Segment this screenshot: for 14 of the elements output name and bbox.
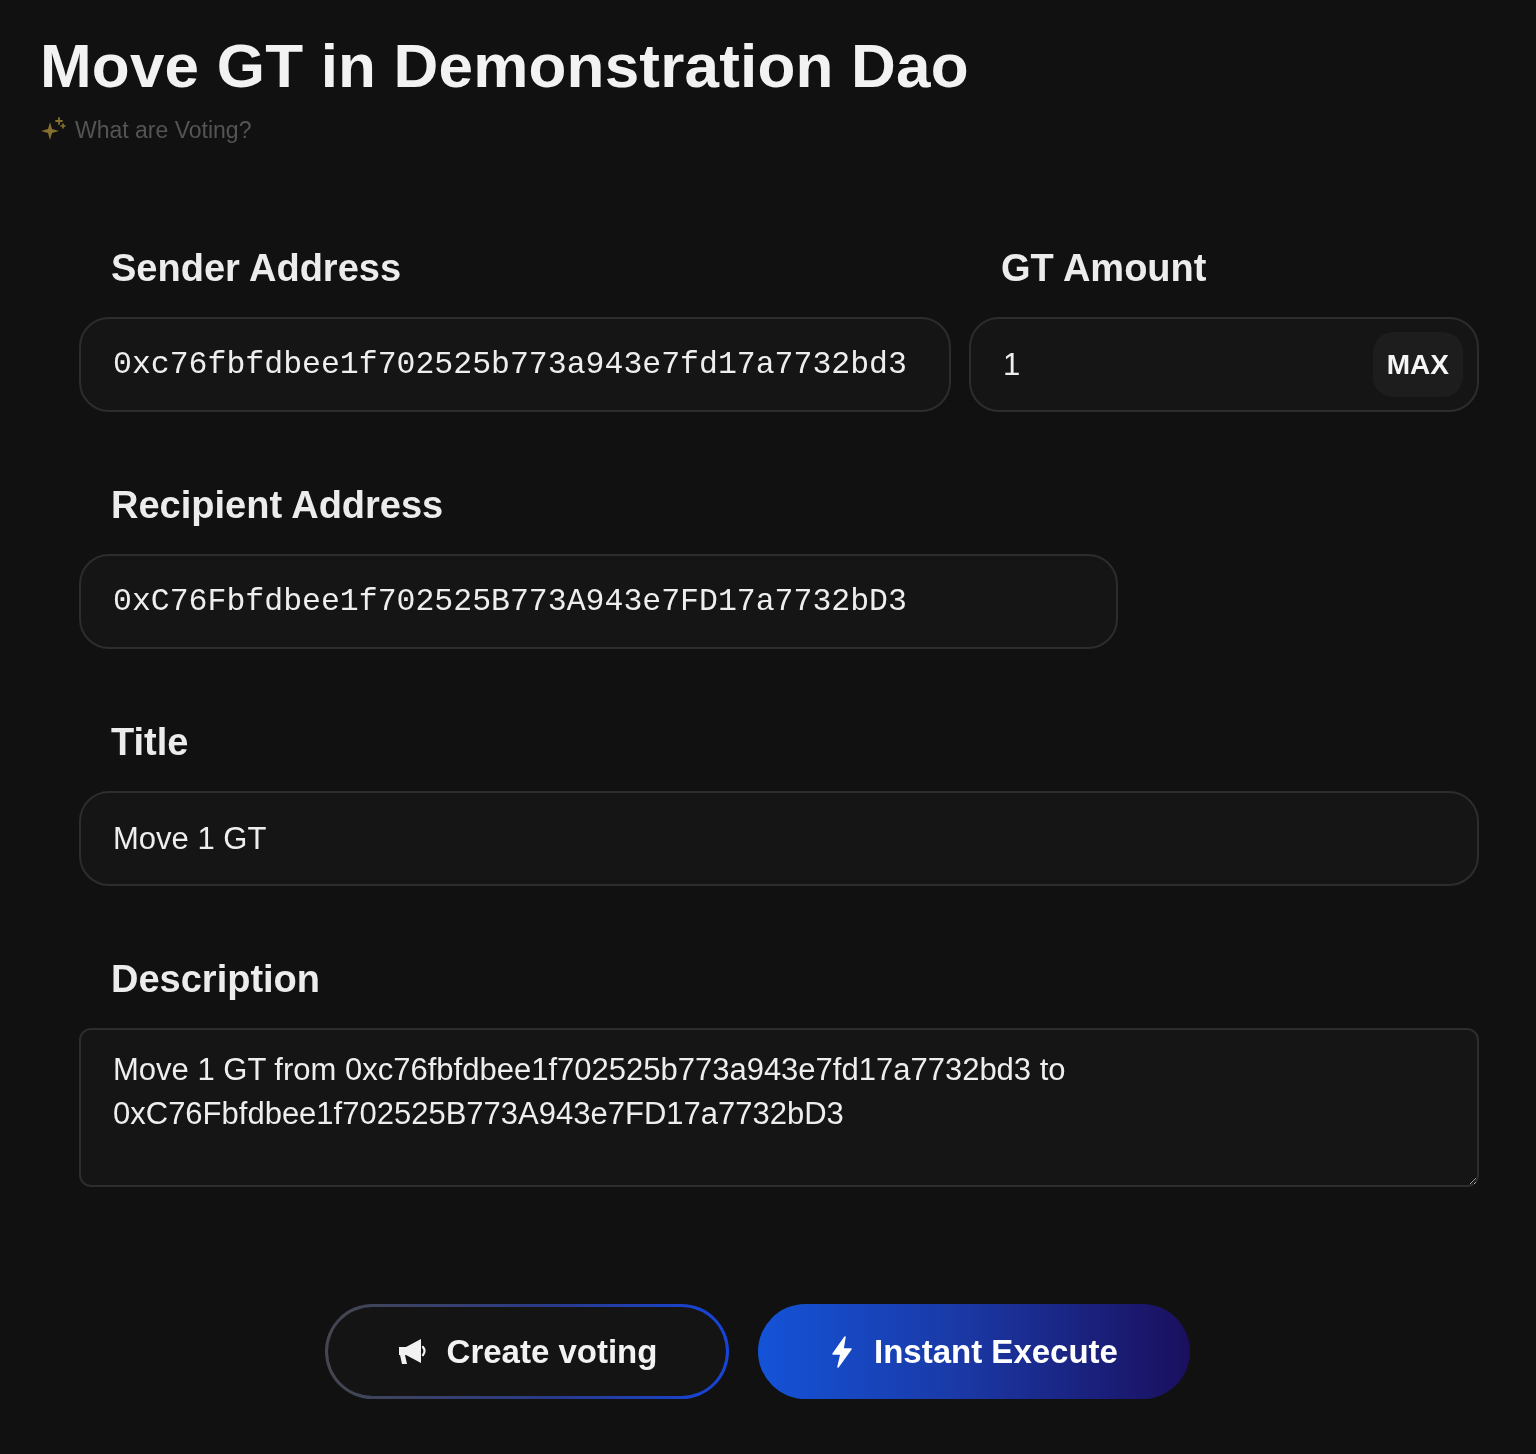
field-label: Description	[111, 957, 321, 1002]
sender-address-field[interactable]: 0xc76fbfdbee1f702525b773a943e7fd17a7732bd3	[79, 317, 951, 412]
instant-execute-button[interactable]: Instant Execute	[758, 1304, 1190, 1399]
megaphone-icon	[396, 1337, 427, 1366]
max-button[interactable]: MAX	[1372, 332, 1463, 397]
recipient-address-field[interactable]: 0xC76Fbfdbee1f702525B773A943e7FD17a7732bD3	[79, 554, 1118, 649]
field-label: GT Amount	[1001, 246, 1207, 291]
field-label: Recipient Address	[111, 483, 444, 528]
title-field[interactable]: Move 1 GT	[79, 791, 1479, 886]
page-title: Move GT in Demonstration Dao	[40, 30, 969, 102]
description-field[interactable]: Move 1 GT from 0xc76fbfdbee1f702525b773a943e7fd17a7732bd3 to 0xC76Fbfdbee1f702525B773A943e7FD17a7732bD3	[79, 1028, 1479, 1187]
field-label: Title	[111, 720, 189, 765]
lightning-icon	[830, 1335, 855, 1368]
field-label: Sender Address	[111, 246, 402, 291]
